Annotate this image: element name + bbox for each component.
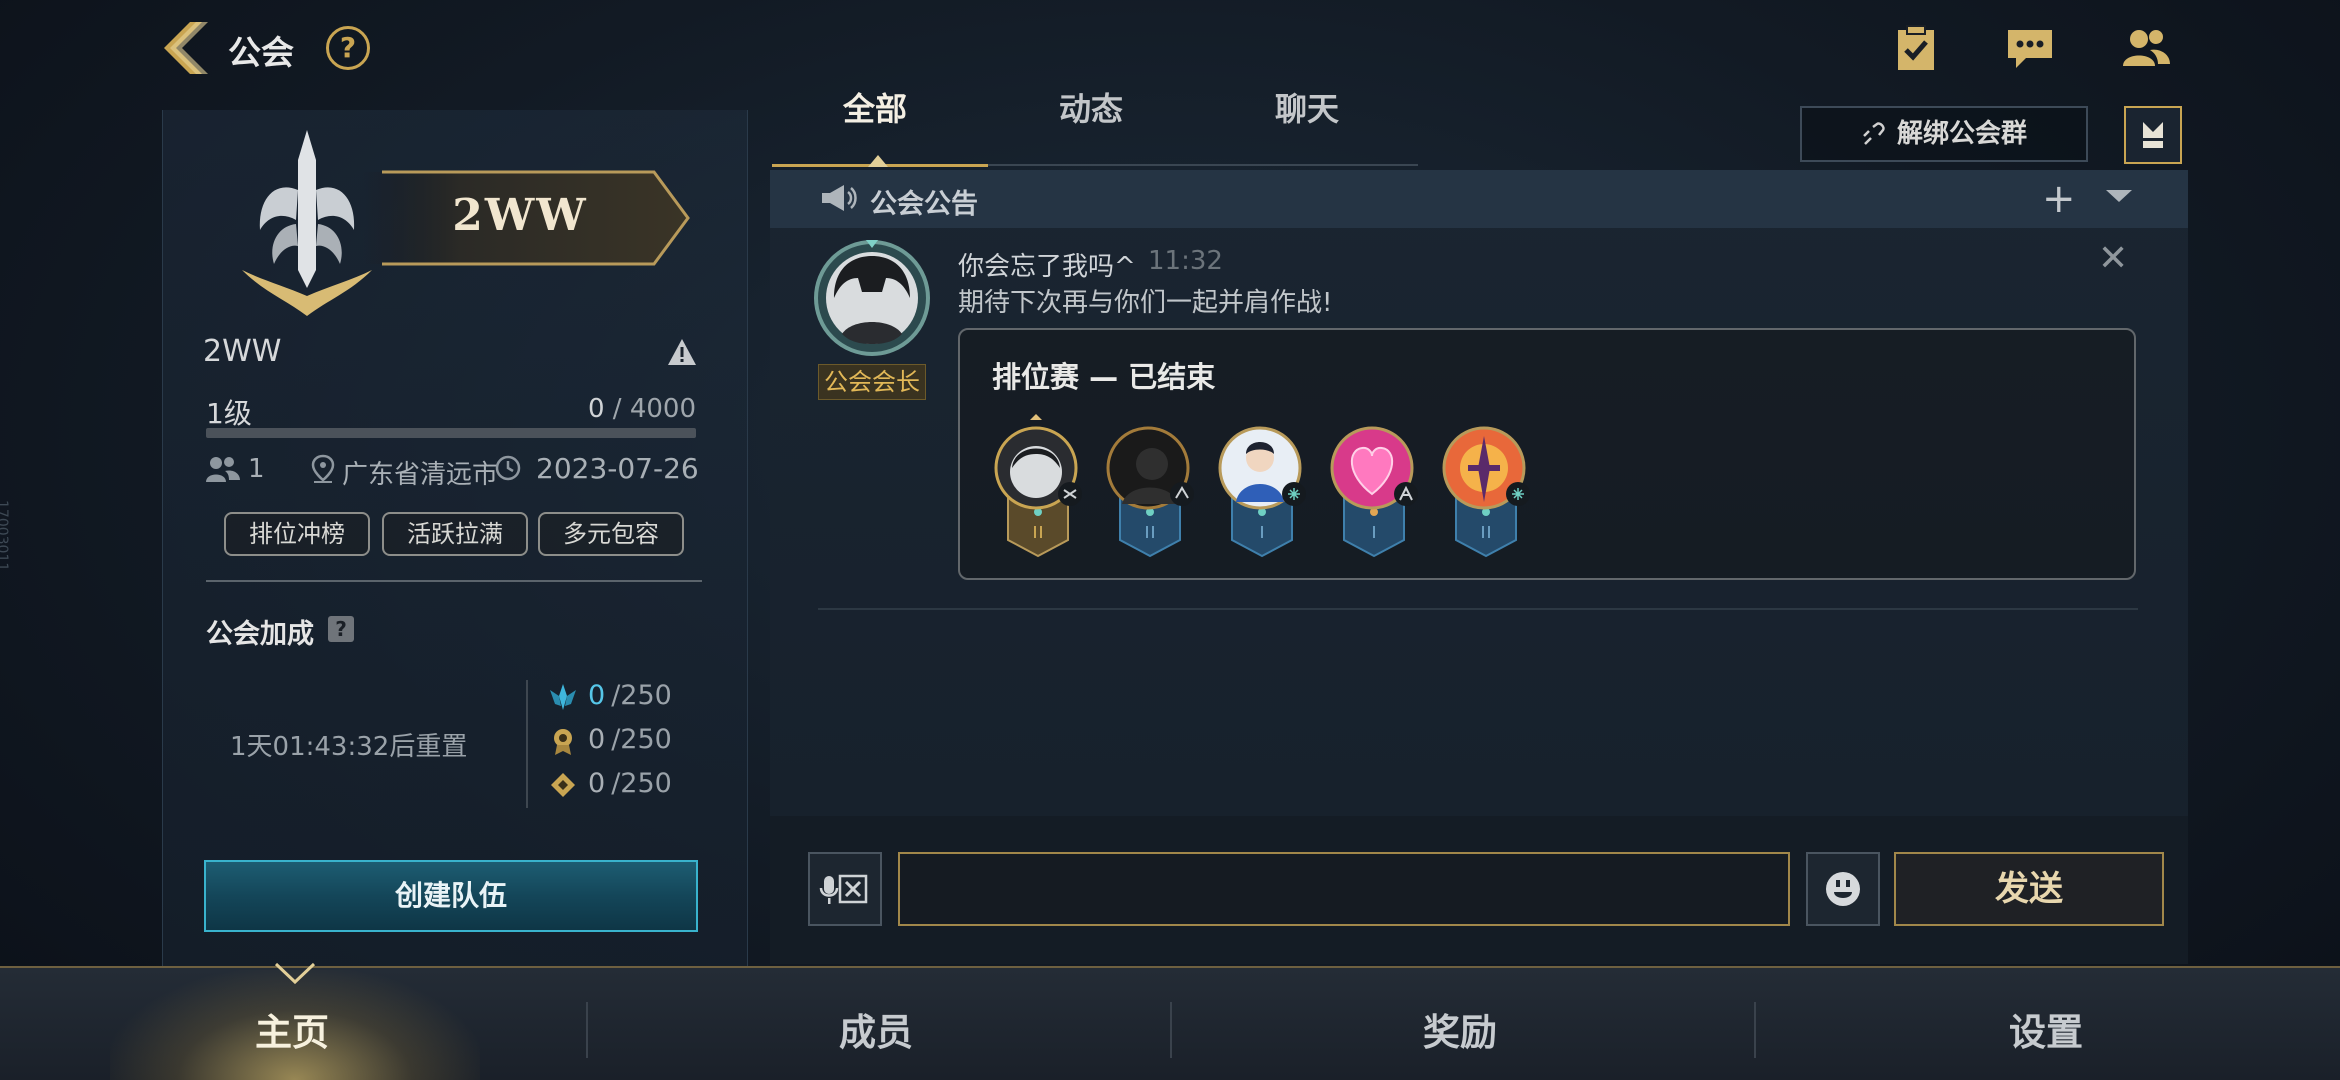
guild-founded-date: 2023-07-26 [536,452,699,485]
add-announcement-button[interactable]: + [2042,176,2076,222]
match-card-title: 排位赛 — 已结束 [992,360,1216,394]
location-pin-icon [310,454,336,484]
divider [526,680,528,808]
message-input[interactable] [898,852,1790,926]
team-player-avatar[interactable] [1214,412,1310,562]
bonus-help-button[interactable]: ? [328,616,354,642]
guild-banner-name: 2WW [452,190,588,241]
task-clipboard-icon[interactable] [1890,24,1942,72]
nav-active-marker-icon [274,962,316,986]
guild-leader-badge: 公会会长 [818,364,926,400]
build-id-label: 17003011 [0,500,10,572]
divider [1754,1002,1756,1058]
back-arrow-icon [164,22,208,74]
bonus-value: 0 [588,680,606,711]
nav-members[interactable]: 成员 [776,1002,976,1056]
create-team-button[interactable]: 创建队伍 [204,860,698,932]
bonus-row: 0/250 [548,680,672,718]
help-button[interactable]: ? [326,26,370,70]
divider [586,1002,588,1058]
guild-location: 广东省清远市 [342,460,499,490]
tab-activity[interactable]: 动态 [1059,84,1123,130]
team-player-avatar[interactable] [990,412,1086,562]
bonus-max: /250 [611,724,672,755]
divider [818,608,2138,610]
sender-avatar[interactable] [812,238,932,358]
collapse-icon [2143,122,2163,148]
send-button[interactable]: 发送 [1894,852,2164,926]
members-icon [204,454,242,484]
guild-tag: 活跃拉满 [382,512,528,556]
emoji-button[interactable] [1806,852,1880,926]
unbind-guild-group-button[interactable]: 解绑公会群 [1800,106,2088,162]
bonus-reset-timer: 1天01:43:32后重置 [230,732,468,762]
back-button[interactable] [156,18,212,78]
gold-medal-icon [548,726,578,756]
voice-to-text-button[interactable] [808,852,882,926]
announcement-bar[interactable] [770,170,2188,228]
member-count: 1 [248,454,265,484]
exp-progress-bar [206,428,696,438]
announcement-label: 公会公告 [870,189,978,220]
nav-home[interactable]: 主页 [192,1002,392,1056]
guild-name: 2WW [203,334,282,369]
sender-name[interactable]: 你会忘了我吗^ [958,246,1136,283]
nav-rewards[interactable]: 奖励 [1360,1002,1560,1056]
tab-all[interactable]: 全部 [843,84,907,130]
report-warning-icon[interactable] [666,336,698,368]
bonus-value: 0 [588,768,606,799]
clock-icon [494,454,522,482]
team-player-avatar[interactable] [1102,412,1198,562]
page-title: 公会 [228,33,294,72]
chevron-down-icon[interactable] [2104,186,2134,206]
guild-exp-max: / 4000 [604,394,696,424]
blue-crest-icon [548,682,578,712]
guild-tag: 排位冲榜 [224,512,370,556]
guild-bonus-title: 公会加成 [206,619,314,650]
guild-exp-current: 0 [587,394,605,424]
gold-diamond-icon [548,770,578,800]
voice-text-icon [819,874,868,904]
divider [206,580,702,582]
unlink-icon [1863,121,1885,145]
emoji-smile-icon [1826,872,1860,906]
tab-chat[interactable]: 聊天 [1275,84,1339,130]
chat-bubble-icon[interactable] [2004,24,2056,72]
divider [1170,1002,1172,1058]
friends-icon[interactable] [2120,24,2172,72]
nav-settings[interactable]: 设置 [1946,1002,2146,1056]
team-player-avatar[interactable] [1326,412,1422,562]
close-message-button[interactable]: ✕ [2098,238,2128,279]
guild-level: 1级 [206,397,252,430]
bonus-row: 0/250 [548,724,672,762]
bonus-max: /250 [611,680,672,711]
guild-exp: 0 / 4000 [588,394,696,424]
bonus-value: 0 [588,724,606,755]
team-player-avatar[interactable] [1438,412,1534,562]
guild-tag: 多元包容 [538,512,684,556]
message-text: 期待下次再与你们一起并肩作战! [958,288,1333,318]
megaphone-icon [818,182,858,214]
collapse-panel-button[interactable] [2124,106,2182,164]
message-time: 11:32 [1148,246,1223,276]
tab-active-marker-icon [868,152,888,167]
guild-emblem-icon [234,120,380,330]
bonus-max: /250 [611,768,672,799]
bonus-row: 0/250 [548,768,672,806]
unbind-label: 解绑公会群 [1896,119,2027,149]
